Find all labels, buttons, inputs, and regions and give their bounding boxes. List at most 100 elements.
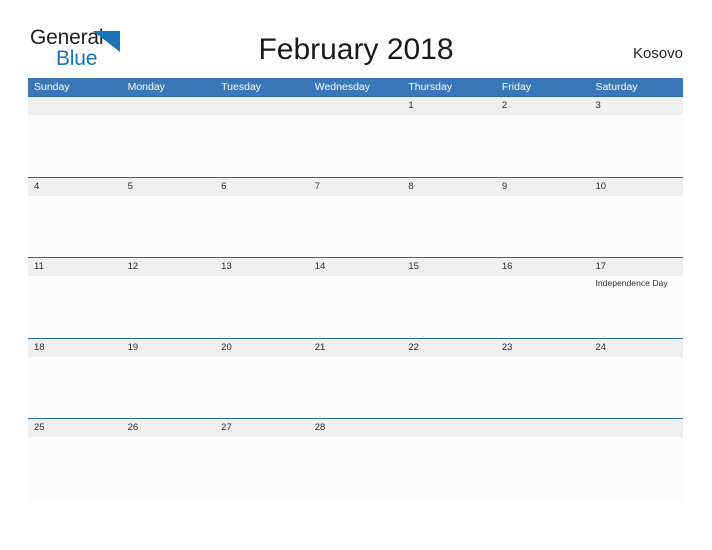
week-row: 1 2 3: [28, 96, 683, 177]
day-event: [215, 357, 309, 373]
day-cell[interactable]: [28, 97, 122, 115]
day-event: [496, 115, 590, 131]
day-cell[interactable]: 7: [309, 178, 403, 196]
day-cell[interactable]: 20: [215, 339, 309, 357]
day-event: [589, 437, 683, 453]
day-event: [589, 196, 683, 212]
week-row: 4 5 6 7 8 9 10: [28, 176, 683, 257]
weekday-saturday: Saturday: [595, 81, 638, 93]
day-event: [402, 115, 496, 131]
day-cell[interactable]: 8: [402, 178, 496, 196]
week-row: 11 12 13 14 15 16 17 Independence Day: [28, 257, 683, 338]
day-cell[interactable]: [589, 419, 683, 437]
weekday-friday: Friday: [501, 81, 532, 93]
page-title: February 2018: [258, 33, 454, 66]
day-event: [309, 357, 403, 373]
day-cell[interactable]: 13: [215, 258, 309, 276]
day-cell[interactable]: 27: [215, 419, 309, 437]
weekday-monday: Monday: [127, 81, 165, 93]
week-event-band: [28, 437, 683, 453]
day-cell[interactable]: 14: [309, 258, 403, 276]
day-event: [28, 357, 122, 373]
day-cell[interactable]: 25: [28, 419, 122, 437]
day-event: [496, 357, 590, 373]
day-cell[interactable]: 12: [122, 258, 216, 276]
day-event: [402, 276, 496, 292]
day-event: [215, 115, 309, 131]
day-cell[interactable]: 10: [589, 178, 683, 196]
day-cell[interactable]: 4: [28, 178, 122, 196]
day-cell[interactable]: 2: [496, 97, 590, 115]
week-row: 18 19 20 21 22 23 24: [28, 337, 683, 418]
day-event: [28, 115, 122, 131]
day-cell[interactable]: 24: [589, 339, 683, 357]
weekday-tuesday: Tuesday: [221, 81, 262, 93]
day-cell[interactable]: [122, 97, 216, 115]
day-event: [309, 196, 403, 212]
week-date-band: 1 2 3: [28, 97, 683, 115]
day-event: [215, 276, 309, 292]
day-event: [122, 437, 216, 453]
day-event: [496, 276, 590, 292]
day-cell[interactable]: 22: [402, 339, 496, 357]
week-date-band: 25 26 27 28: [28, 419, 683, 437]
page-header: General Blue February 2018 Kosovo: [0, 0, 712, 78]
weekday-header-row: Sunday Monday Tuesday Wednesday Thursday…: [28, 78, 683, 96]
day-event: [496, 196, 590, 212]
day-event: [309, 115, 403, 131]
day-cell[interactable]: 9: [496, 178, 590, 196]
calendar-page: General Blue February 2018 Kosovo Sunday…: [0, 0, 712, 550]
day-event: [496, 437, 590, 453]
weekday-thursday: Thursday: [408, 81, 453, 93]
day-cell[interactable]: 3: [589, 97, 683, 115]
day-event: [122, 115, 216, 131]
generalblue-logo[interactable]: General Blue: [30, 27, 150, 71]
day-cell[interactable]: [309, 97, 403, 115]
day-event: [309, 437, 403, 453]
day-cell[interactable]: 19: [122, 339, 216, 357]
day-cell[interactable]: 11: [28, 258, 122, 276]
day-cell[interactable]: [402, 419, 496, 437]
day-event: [309, 276, 403, 292]
day-event: [28, 437, 122, 453]
day-cell[interactable]: [215, 97, 309, 115]
calendar-grid: Sunday Monday Tuesday Wednesday Thursday…: [28, 78, 683, 500]
day-event: [589, 357, 683, 373]
week-event-band: [28, 196, 683, 212]
day-cell[interactable]: 23: [496, 339, 590, 357]
day-event-independence-day: Independence Day: [595, 278, 668, 288]
day-cell[interactable]: 5: [122, 178, 216, 196]
day-event: [589, 115, 683, 131]
day-cell[interactable]: 18: [28, 339, 122, 357]
week-date-band: 11 12 13 14 15 16 17: [28, 258, 683, 276]
week-event-band: [28, 115, 683, 131]
day-event: [402, 357, 496, 373]
week-date-band: 4 5 6 7 8 9 10: [28, 177, 683, 196]
day-cell[interactable]: 28: [309, 419, 403, 437]
day-cell[interactable]: [496, 419, 590, 437]
day-cell[interactable]: 6: [215, 178, 309, 196]
week-event-band: Independence Day: [28, 276, 683, 292]
day-cell[interactable]: 1: [402, 97, 496, 115]
week-date-band: 18 19 20 21 22 23 24: [28, 338, 683, 357]
day-event: [402, 437, 496, 453]
week-event-band: [28, 357, 683, 373]
day-cell[interactable]: 15: [402, 258, 496, 276]
logo-text-blue: Blue: [56, 47, 98, 70]
day-event: [122, 196, 216, 212]
day-cell[interactable]: 26: [122, 419, 216, 437]
weekday-sunday: Sunday: [34, 81, 70, 93]
week-row: 25 26 27 28: [28, 418, 683, 500]
day-cell[interactable]: 16: [496, 258, 590, 276]
day-event: [215, 437, 309, 453]
day-event: [28, 196, 122, 212]
day-cell[interactable]: 17: [589, 258, 683, 276]
day-cell[interactable]: 21: [309, 339, 403, 357]
weekday-wednesday: Wednesday: [314, 81, 370, 93]
country-label: Kosovo: [632, 45, 683, 62]
day-event: [122, 276, 216, 292]
day-event: [28, 276, 122, 292]
day-event: [215, 196, 309, 212]
day-event: [122, 357, 216, 373]
day-event: [402, 196, 496, 212]
